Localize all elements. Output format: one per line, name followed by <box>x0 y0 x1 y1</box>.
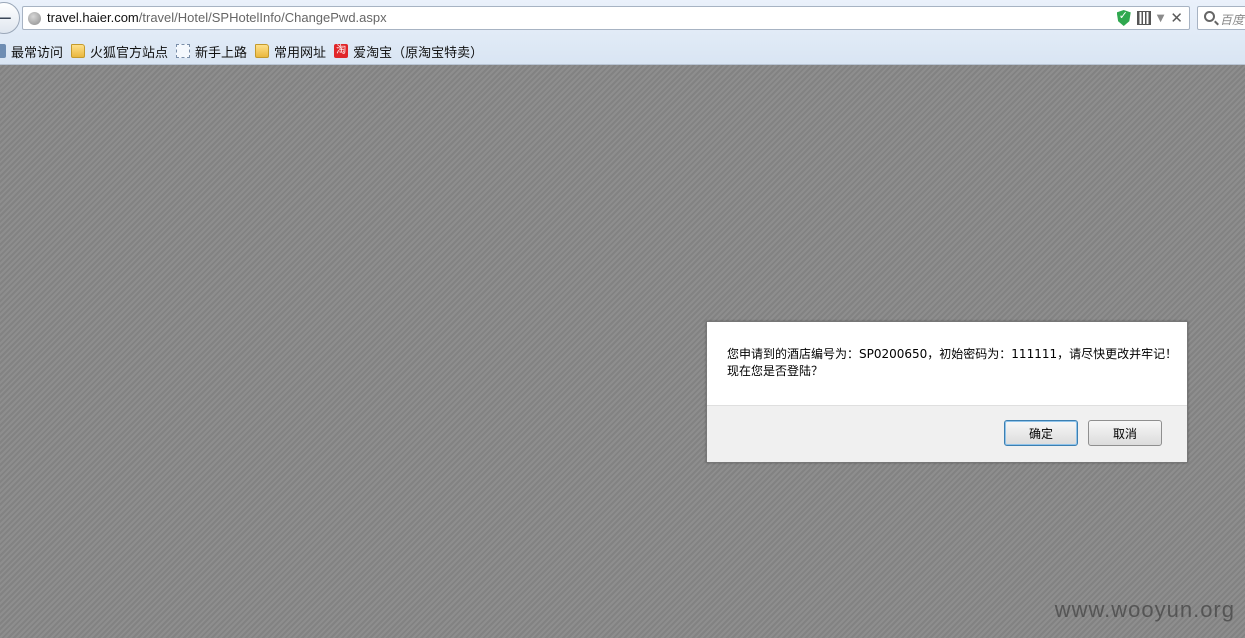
page-icon <box>176 44 191 58</box>
url-domain: travel.haier.com <box>47 10 139 25</box>
taobao-icon: 淘 <box>334 44 349 58</box>
bookmark-label: 火狐官方站点 <box>90 45 169 61</box>
url-bar[interactable]: travel.haier.com/travel/Hotel/SPHotelInf… <box>22 6 1190 30</box>
dialog-body: 您申请到的酒店编号为：SP0200650，初始密码为：111111，请尽快更改并… <box>707 322 1187 405</box>
watermark: www.wooyun.org <box>1054 597 1235 622</box>
ok-button[interactable]: 确定 <box>1004 420 1078 446</box>
url-bar-icons: ▼ ✕ <box>1116 9 1183 27</box>
dialog-message-line2: 现在您是否登陆？ <box>727 364 824 378</box>
bookmark-most-visited[interactable]: 最常访问 <box>0 40 63 62</box>
globe-icon <box>28 12 41 25</box>
close-icon[interactable]: ✕ <box>1170 9 1183 27</box>
search-icon <box>1204 11 1215 22</box>
bookmark-common-sites[interactable]: 常用网址 <box>255 40 326 62</box>
folder-icon <box>71 44 86 58</box>
folder-icon <box>255 44 270 58</box>
bookmark-label: 最常访问 <box>11 45 64 61</box>
search-input[interactable]: 百度 <box>1220 11 1244 28</box>
bookmark-label: 爱淘宝（原淘宝特卖） <box>353 45 484 61</box>
shield-icon[interactable] <box>1116 10 1131 26</box>
dialog-message-line1: 您申请到的酒店编号为：SP0200650，初始密码为：111111，请尽快更改并… <box>727 347 1178 361</box>
cancel-button[interactable]: 取消 <box>1088 420 1162 446</box>
bookmark-label: 常用网址 <box>274 45 327 61</box>
bookmarks-bar: 最常访问 火狐官方站点 新手上路 常用网址 淘 爱淘宝（原淘宝特卖） <box>0 38 491 64</box>
bookmark-getting-started[interactable]: 新手上路 <box>176 40 247 62</box>
url-path: /travel/Hotel/SPHotelInfo/ChangePwd.aspx <box>138 10 387 25</box>
dialog-footer: 确定 取消 <box>707 405 1187 462</box>
back-arrow-icon: 🡐 <box>0 8 13 29</box>
navigation-bar: 🡐 travel.haier.com/travel/Hotel/SPHotelI… <box>0 0 1245 36</box>
bookmark-label: 新手上路 <box>195 45 248 61</box>
search-bar[interactable]: 百度 <box>1197 6 1245 30</box>
browser-chrome: 🡐 travel.haier.com/travel/Hotel/SPHotelI… <box>0 0 1245 65</box>
most-visited-icon <box>0 44 6 58</box>
bookmark-aitaobao[interactable]: 淘 爱淘宝（原淘宝特卖） <box>334 40 483 62</box>
url-text: travel.haier.com/travel/Hotel/SPHotelInf… <box>47 10 387 25</box>
confirm-dialog: 您申请到的酒店编号为：SP0200650，初始密码为：111111，请尽快更改并… <box>706 321 1188 463</box>
bookmark-firefox-official[interactable]: 火狐官方站点 <box>71 40 168 62</box>
back-button[interactable]: 🡐 <box>0 2 20 34</box>
qr-code-icon[interactable] <box>1136 11 1151 25</box>
dropdown-arrow-icon[interactable]: ▼ <box>1157 13 1165 24</box>
